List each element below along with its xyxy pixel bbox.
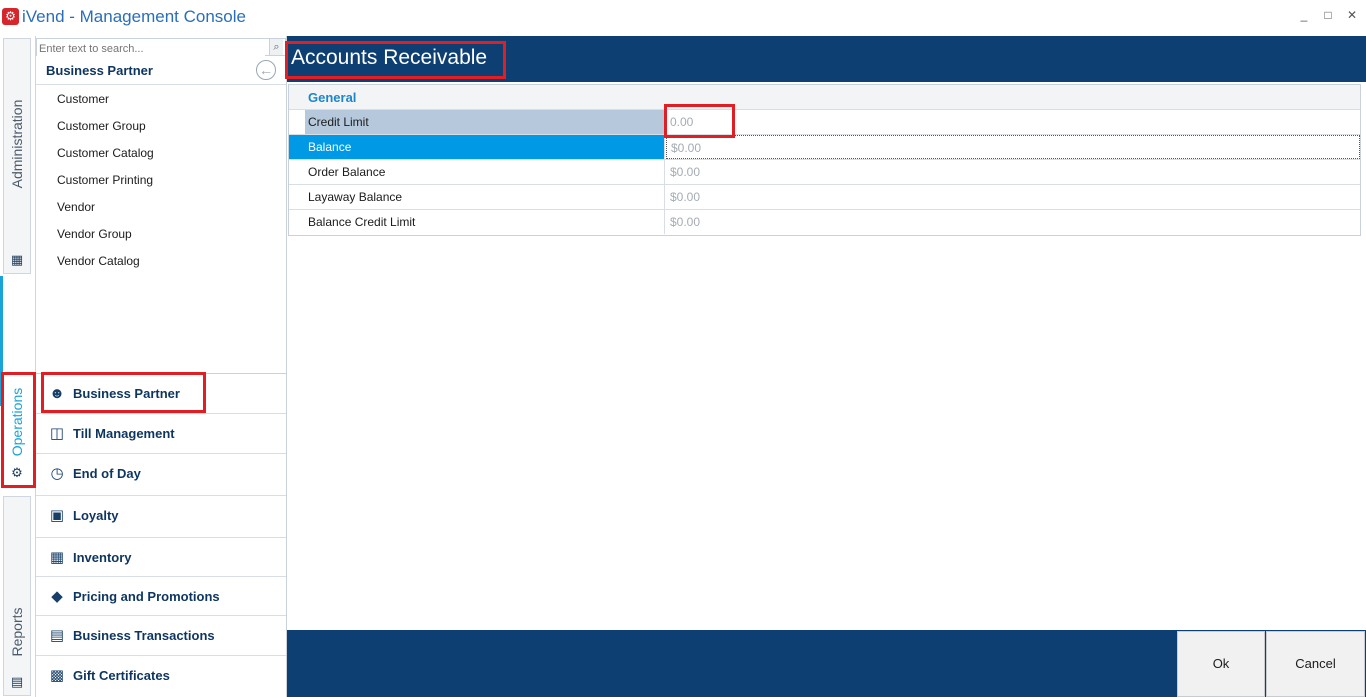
module-rail: Administration ▦ Operations ⚙ Reports ▤ <box>0 36 36 697</box>
nav-pricing-and-promotions[interactable]: ◆ Pricing and Promotions <box>36 577 286 616</box>
left-panel: ⌕ Business Partner ← Customer Customer G… <box>36 36 287 697</box>
left-panel-title: Business Partner <box>46 63 153 78</box>
clock-icon: ◷ <box>50 465 64 482</box>
property-grid: General Credit Limit 0.00 Balance $0.00 … <box>288 84 1361 236</box>
nav-inventory[interactable]: ▦ Inventory <box>36 538 286 577</box>
gift-certificate-icon: ▩ <box>49 667 65 684</box>
submenu-item-vendor[interactable]: Vendor <box>36 194 286 221</box>
nav-label: Gift Certificates <box>73 668 170 683</box>
nav-label: Pricing and Promotions <box>73 589 220 604</box>
window-controls: _ □ ✕ <box>1298 8 1358 22</box>
nav-label: Till Management <box>73 426 175 441</box>
row-label: Layaway Balance <box>289 185 665 209</box>
reports-icon: ▤ <box>10 674 24 689</box>
page-title: Accounts Receivable <box>291 46 488 69</box>
nav-business-transactions[interactable]: ▤ Business Transactions <box>36 616 286 656</box>
submenu-item-vendor-group[interactable]: Vendor Group <box>36 221 286 248</box>
minimize-button[interactable]: _ <box>1298 8 1310 22</box>
row-layaway-balance[interactable]: Layaway Balance $0.00 <box>289 185 1360 210</box>
nav-label: Business Transactions <box>73 628 215 643</box>
rail-tab-operations[interactable]: Operations ⚙ <box>3 375 31 487</box>
row-balance[interactable]: Balance $0.00 <box>289 135 1360 160</box>
row-label: Balance <box>289 135 665 159</box>
cancel-button[interactable]: Cancel <box>1266 631 1365 697</box>
till-icon: ◫ <box>49 425 65 442</box>
layaway-balance-value[interactable]: $0.00 <box>666 185 1360 209</box>
window-title: iVend - Management Console <box>22 7 246 26</box>
nav-label: Inventory <box>73 550 132 565</box>
transactions-icon: ▤ <box>49 627 65 644</box>
back-arrow-icon[interactable]: ← <box>256 60 276 80</box>
ok-button[interactable]: Ok <box>1177 631 1265 697</box>
nav-label: Loyalty <box>73 508 119 523</box>
balance-value[interactable]: $0.00 <box>666 135 1360 159</box>
search-icon[interactable]: ⌕ <box>269 39 283 55</box>
search-box: ⌕ <box>36 38 286 57</box>
footer-bar: Ok Cancel <box>287 630 1366 697</box>
app-logo-icon: ⚙ <box>2 8 19 25</box>
gift-icon: ▣ <box>49 507 65 524</box>
rail-tab-administration[interactable]: Administration ▦ <box>3 38 31 274</box>
close-button[interactable]: ✕ <box>1346 8 1358 22</box>
submenu-item-customer-printing[interactable]: Customer Printing <box>36 167 286 194</box>
row-credit-limit[interactable]: Credit Limit 0.00 <box>289 110 1360 135</box>
nav-label: End of Day <box>73 466 141 481</box>
rail-tab-reports[interactable]: Reports ▤ <box>3 496 31 696</box>
row-order-balance[interactable]: Order Balance $0.00 <box>289 160 1360 185</box>
rail-tab-label: Operations <box>9 387 25 457</box>
tag-icon: ◆ <box>51 588 63 605</box>
submenu-item-customer[interactable]: Customer <box>36 86 286 113</box>
submenu-item-vendor-catalog[interactable]: Vendor Catalog <box>36 248 286 275</box>
row-balance-credit-limit[interactable]: Balance Credit Limit $0.00 <box>289 210 1360 235</box>
rail-tab-label: Administration <box>9 99 25 189</box>
left-panel-header: Business Partner ← <box>36 57 286 85</box>
nav-end-of-day[interactable]: ◷ End of Day <box>36 454 286 496</box>
nav-business-partner[interactable]: ☻ Business Partner <box>36 374 286 414</box>
administration-icon: ▦ <box>10 252 24 267</box>
main-content: Accounts Receivable General Credit Limit… <box>287 36 1366 630</box>
navigation-section: ☻ Business Partner ◫ Till Management ◷ E… <box>36 373 286 696</box>
nav-loyalty[interactable]: ▣ Loyalty <box>36 496 286 538</box>
submenu-list: Customer Customer Group Customer Catalog… <box>36 86 286 275</box>
title-bar: ⚙ iVend - Management Console _ □ ✕ <box>0 0 1366 36</box>
balance-credit-limit-value[interactable]: $0.00 <box>666 210 1360 234</box>
rail-tab-label: Reports <box>9 607 25 657</box>
warehouse-icon: ▦ <box>49 549 65 566</box>
row-label: Credit Limit <box>305 110 665 134</box>
nav-till-management[interactable]: ◫ Till Management <box>36 414 286 454</box>
row-label: Balance Credit Limit <box>289 210 665 234</box>
group-header-general[interactable]: General <box>289 85 1360 110</box>
nav-gift-certificates[interactable]: ▩ Gift Certificates <box>36 656 286 696</box>
business-partner-icon: ☻ <box>49 385 65 402</box>
search-input[interactable] <box>37 41 265 57</box>
submenu-item-customer-catalog[interactable]: Customer Catalog <box>36 140 286 167</box>
main-header: Accounts Receivable <box>287 36 1366 82</box>
row-label: Order Balance <box>289 160 665 184</box>
nav-label: Business Partner <box>73 386 180 401</box>
order-balance-value[interactable]: $0.00 <box>666 160 1360 184</box>
credit-limit-input[interactable]: 0.00 <box>666 110 1360 134</box>
restore-button[interactable]: □ <box>1322 8 1334 22</box>
gear-icon: ⚙ <box>11 465 23 480</box>
submenu-item-customer-group[interactable]: Customer Group <box>36 113 286 140</box>
